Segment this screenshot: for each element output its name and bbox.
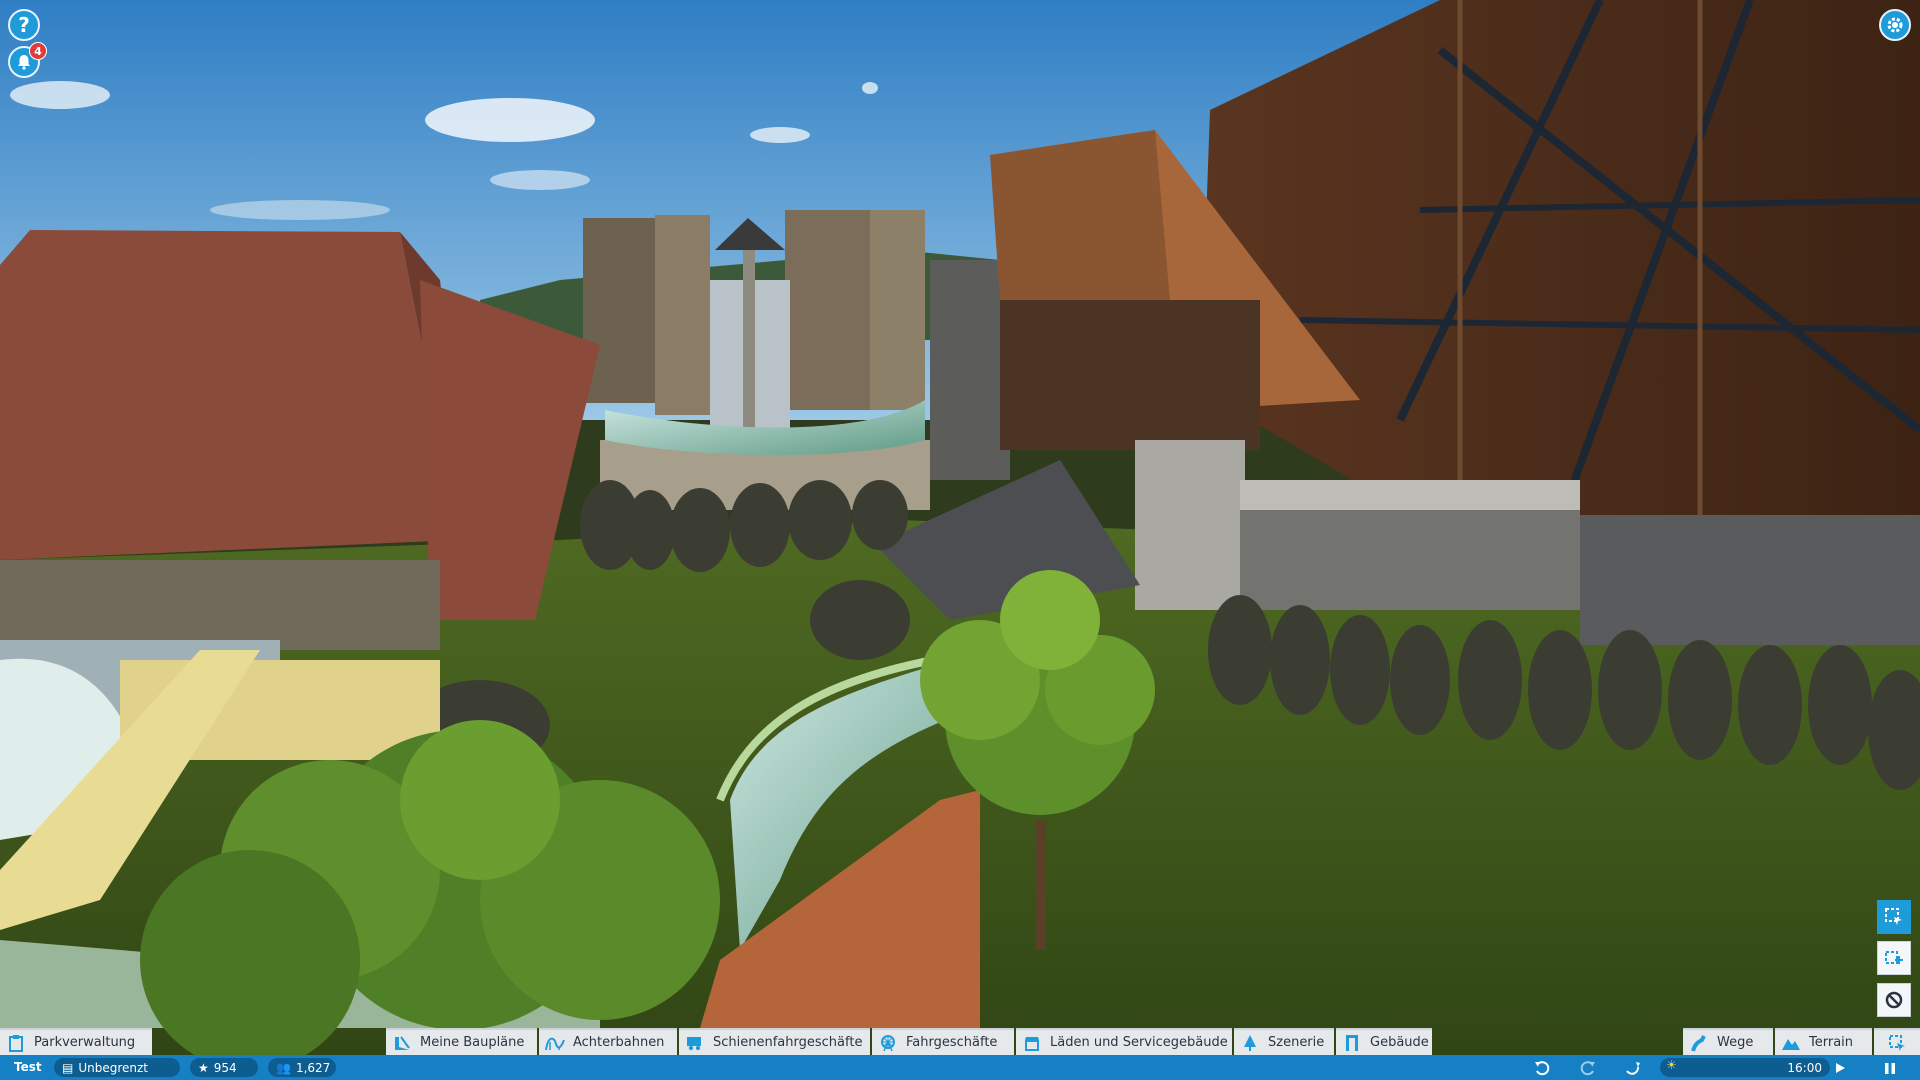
tab-flat-rides[interactable]: Fahrgeschäfte [872, 1028, 1014, 1055]
blueprint-icon [392, 1033, 412, 1053]
undo-icon [1535, 1060, 1550, 1075]
status-bar: Test ▤ Unbegrenzt ★ 954 👥 1,627 ☀ 16:00 [0, 1055, 1920, 1080]
sun-icon: ☀ [1666, 1058, 1677, 1072]
undo-button[interactable] [1532, 1058, 1552, 1077]
tab-blueprints[interactable]: Meine Baupläne [386, 1028, 537, 1055]
guests-icon: 👥 [276, 1060, 291, 1075]
guest-count-display[interactable]: 👥 1,627 [268, 1058, 336, 1077]
park-name[interactable]: Test [14, 1060, 42, 1074]
shop-icon [1022, 1033, 1042, 1053]
tab-track-rides[interactable]: Schienenfahrgeschäfte [679, 1028, 870, 1055]
train-icon [685, 1033, 705, 1053]
building-icon [1342, 1033, 1362, 1053]
path-icon [1689, 1033, 1709, 1053]
camera-rotate-button[interactable] [1622, 1058, 1642, 1077]
clipboard-icon [6, 1033, 26, 1053]
tab-paths[interactable]: Wege [1683, 1028, 1773, 1055]
tab-buildings[interactable]: Gebäude [1336, 1028, 1432, 1055]
settings-button[interactable] [1879, 9, 1911, 41]
money-icon: ▤ [62, 1060, 74, 1075]
wooden-coaster-structure [1200, 0, 1920, 560]
money-display[interactable]: ▤ Unbegrenzt [54, 1058, 180, 1077]
tab-selection-tools[interactable] [1874, 1028, 1920, 1055]
build-toolbar: Parkverwaltung Meine Baupläne Achterbahn… [0, 1028, 1920, 1055]
notification-count-badge: 4 [29, 42, 47, 60]
rotate-icon [1626, 1061, 1640, 1075]
tab-shops-services[interactable]: Läden und Servicegebäude [1016, 1028, 1232, 1055]
help-button[interactable]: ? [8, 9, 40, 41]
pause-button[interactable] [1880, 1058, 1900, 1077]
play-icon [1836, 1062, 1845, 1073]
tab-coasters[interactable]: Achterbahnen [539, 1028, 677, 1055]
park-viewport[interactable] [0, 0, 1920, 1080]
select-tool-button[interactable] [1877, 900, 1911, 934]
ferris-wheel-icon [878, 1033, 898, 1053]
play-speed-button[interactable] [1830, 1058, 1850, 1077]
select-cursor-icon [1885, 908, 1902, 925]
tab-scenery[interactable]: Szenerie [1234, 1028, 1334, 1055]
pause-icon [1885, 1062, 1895, 1074]
star-icon: ★ [198, 1060, 209, 1075]
tab-park-management[interactable]: Parkverwaltung [0, 1028, 152, 1055]
gear-icon [1887, 17, 1903, 33]
redo-icon [1580, 1060, 1595, 1075]
add-selection-button[interactable] [1877, 941, 1911, 975]
terrain-icon [1781, 1033, 1801, 1053]
help-icon: ? [18, 13, 30, 37]
park-rating-display[interactable]: ★ 954 [190, 1058, 258, 1077]
tab-terrain[interactable]: Terrain [1775, 1028, 1872, 1055]
block-icon [1885, 991, 1903, 1009]
select-area-icon [1889, 1034, 1905, 1051]
day-time-bar[interactable]: ☀ 16:00 [1660, 1058, 1830, 1077]
coaster-icon [545, 1033, 565, 1053]
add-selection-icon [1885, 951, 1903, 964]
redo-button[interactable] [1578, 1058, 1598, 1077]
tree-icon [1240, 1033, 1260, 1053]
deselect-button[interactable] [1877, 983, 1911, 1017]
